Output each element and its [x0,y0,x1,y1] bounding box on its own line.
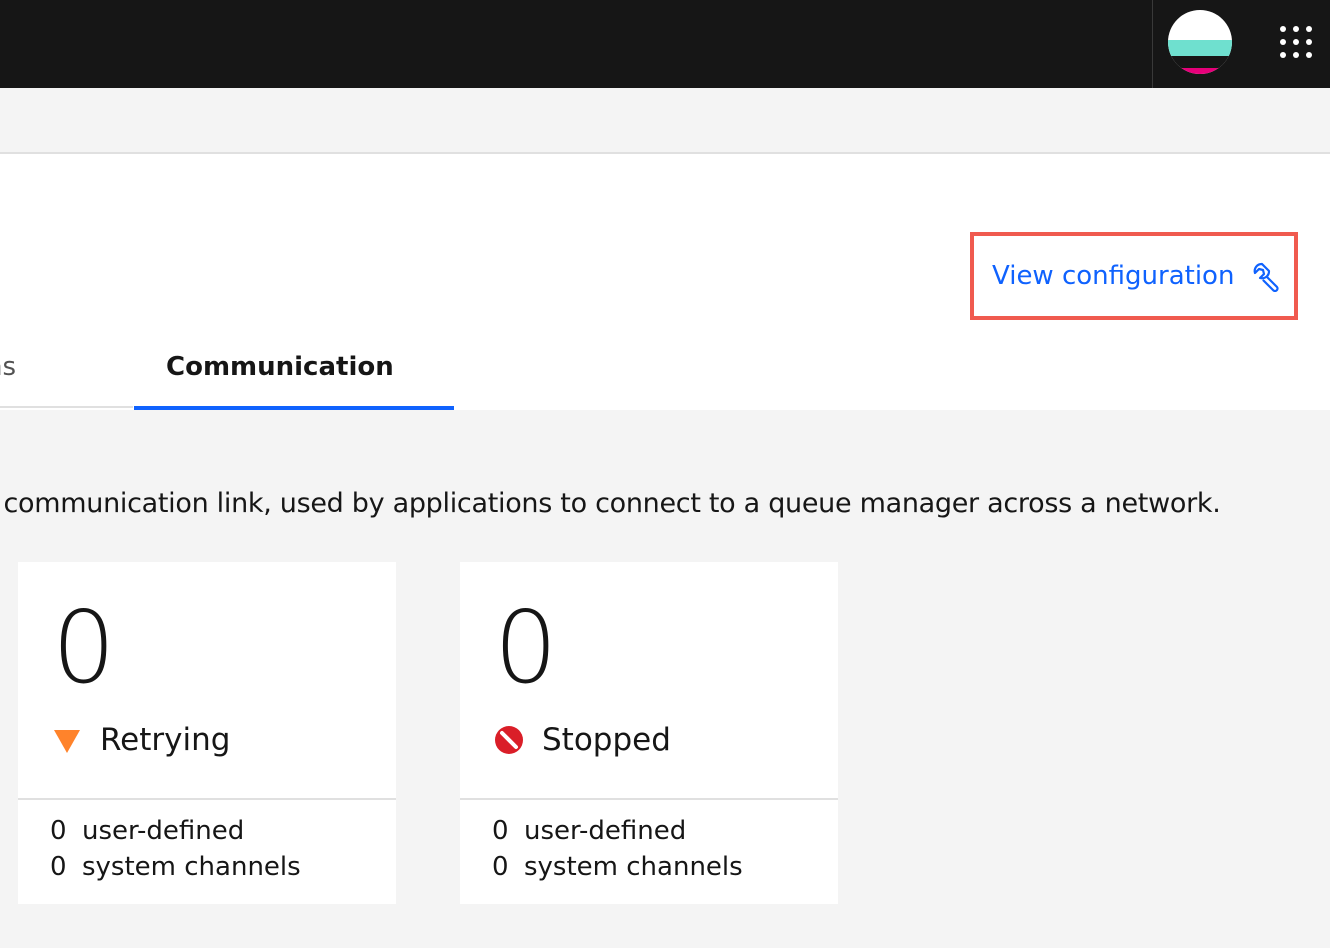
stopped-status-label: Stopped [542,722,671,758]
retrying-system-count: 0 [50,852,67,882]
retrying-count: 0 [52,589,116,706]
stopped-status: Stopped [494,720,671,760]
user-defined-label: user-defined [524,816,687,846]
section-description: l communication link, used by applicatio… [0,488,1221,519]
view-configuration-label: View configuration [992,261,1235,291]
retrying-user-defined-count: 0 [50,816,67,846]
avatar-band-magenta [1168,68,1232,74]
view-configuration-button[interactable]: View configuration [970,232,1298,320]
avatar-band-dark [1168,56,1232,68]
header-divider [1152,0,1153,88]
card-divider [18,798,396,800]
wrench-icon [1250,260,1282,293]
retrying-status-label: Retrying [100,722,231,758]
top-header [0,0,1330,88]
stopped-user-defined-row: 0 user-defined [492,816,686,846]
stopped-channels-card[interactable]: 0 Stopped 0 user-defined 0 system channels [460,562,838,904]
system-channels-label: system channels [524,852,743,882]
avatar-band-teal [1168,40,1232,56]
stopped-count: 0 [494,589,558,706]
tab-partial-left[interactable]: ns [0,352,16,392]
app-switcher-grid-icon[interactable] [1276,22,1316,62]
stopped-user-defined-count: 0 [492,816,509,846]
stopped-circle-icon [494,725,524,755]
user-defined-label: user-defined [82,816,245,846]
system-channels-label: system channels [82,852,301,882]
stopped-system-count: 0 [492,852,509,882]
retrying-status: Retrying [52,720,230,760]
card-divider [460,798,838,800]
breadcrumb-strip [0,88,1330,154]
app-switcher-svg [1280,26,1312,58]
user-avatar-icon[interactable] [1168,10,1232,74]
tab-communication[interactable]: Communication [134,340,454,410]
retrying-user-defined-row: 0 user-defined [50,816,244,846]
tab-inactive-underline [0,406,133,408]
stopped-system-row: 0 system channels [492,852,743,882]
warning-triangle-icon [52,725,82,755]
tab-communication-label: Communication [166,352,394,382]
retrying-channels-card[interactable]: 0 Retrying 0 user-defined 0 system channel… [18,562,396,904]
retrying-system-row: 0 system channels [50,852,301,882]
